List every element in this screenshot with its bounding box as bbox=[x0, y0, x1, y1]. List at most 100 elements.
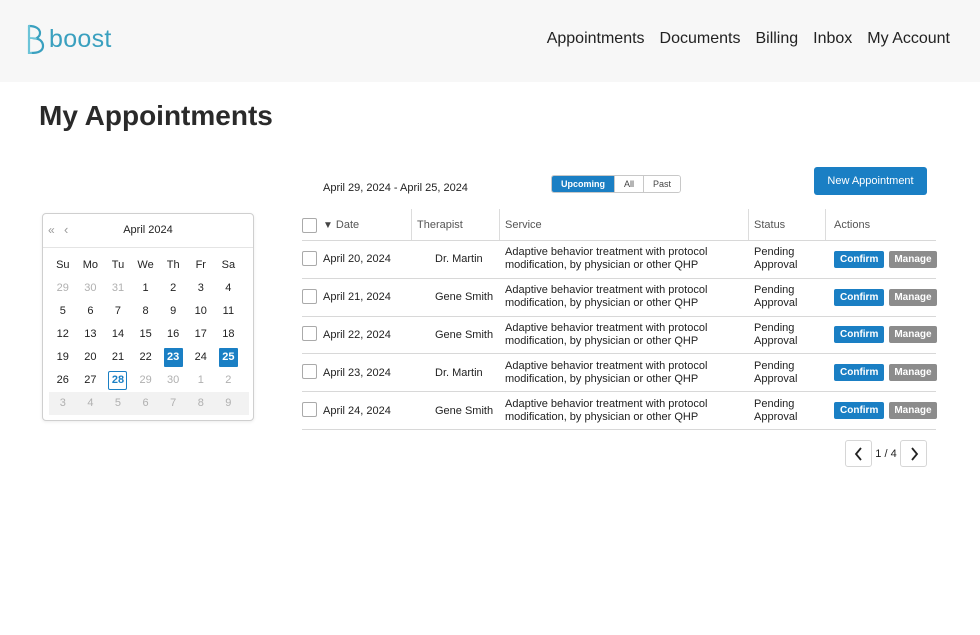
service-line: modification, by physician or other QHP bbox=[505, 259, 699, 272]
calendar-day[interactable]: 2 bbox=[215, 371, 243, 390]
nav-appointments[interactable]: Appointments bbox=[547, 30, 645, 48]
calendar-day[interactable]: 12 bbox=[49, 325, 77, 344]
calendar-day[interactable]: 1 bbox=[187, 371, 215, 390]
select-all-checkbox[interactable] bbox=[302, 218, 317, 233]
manage-button[interactable]: Manage bbox=[889, 326, 937, 344]
calendar-day[interactable]: 9 bbox=[159, 302, 187, 321]
calendar-day[interactable]: 30 bbox=[77, 279, 105, 298]
confirm-button[interactable]: Confirm bbox=[834, 402, 885, 420]
manage-button[interactable]: Manage bbox=[889, 364, 937, 382]
calendar-day[interactable]: 4 bbox=[215, 279, 243, 298]
calendar-day[interactable]: 6 bbox=[132, 394, 160, 413]
cell-actions: Confirm Manage bbox=[825, 364, 937, 382]
row-checkbox[interactable] bbox=[302, 326, 317, 342]
calendar-day[interactable]: 8 bbox=[132, 302, 160, 321]
calendar-header: « ‹ April 2024 bbox=[43, 214, 253, 248]
calendar-day[interactable]: 14 bbox=[104, 325, 132, 344]
next-page-button[interactable] bbox=[900, 440, 927, 467]
header-status: Status bbox=[748, 209, 825, 240]
calendar-week-row: 29 30 31 1 2 3 4 bbox=[49, 277, 249, 300]
calendar-day[interactable]: 29 bbox=[49, 279, 77, 298]
appointments-table: ▼ Date Therapist Service Status Actions A… bbox=[302, 209, 937, 430]
calendar-day-today[interactable]: 28 bbox=[108, 371, 128, 390]
calendar-day-selected[interactable]: 23 bbox=[163, 348, 183, 367]
row-checkbox[interactable] bbox=[302, 402, 317, 418]
cell-service: Adaptive behavior treatment with protoco… bbox=[499, 398, 748, 424]
service-line: modification, by physician or other QHP bbox=[505, 334, 699, 347]
calendar-day[interactable]: 16 bbox=[159, 325, 187, 344]
calendar-day[interactable]: 13 bbox=[77, 325, 105, 344]
calendar-day[interactable]: 22 bbox=[132, 348, 160, 367]
cell-status: Pending Approval bbox=[748, 284, 825, 310]
nav-my-account[interactable]: My Account bbox=[867, 30, 950, 48]
calendar-day[interactable]: 30 bbox=[159, 371, 187, 390]
service-line: Adaptive behavior treatment with protoco… bbox=[505, 246, 708, 259]
calendar-day[interactable]: 29 bbox=[132, 371, 160, 390]
calendar-day-selected[interactable]: 25 bbox=[218, 348, 238, 367]
calendar-day[interactable]: 7 bbox=[104, 302, 132, 321]
confirm-button[interactable]: Confirm bbox=[834, 364, 885, 382]
confirm-button[interactable]: Confirm bbox=[834, 326, 885, 344]
calendar-day[interactable]: 31 bbox=[104, 279, 132, 298]
calendar-day[interactable]: 5 bbox=[104, 394, 132, 413]
weekday-label: Fr bbox=[195, 259, 206, 271]
chevron-right-icon bbox=[910, 446, 918, 461]
weekday-label: Th bbox=[166, 259, 180, 271]
previous-page-button[interactable] bbox=[845, 440, 872, 467]
confirm-button[interactable]: Confirm bbox=[834, 288, 885, 306]
calendar-day[interactable]: 15 bbox=[132, 325, 160, 344]
boost-logo[interactable]: boost bbox=[26, 24, 112, 54]
calendar-day[interactable]: 6 bbox=[77, 302, 105, 321]
cell-therapist: Gene Smith bbox=[435, 291, 494, 304]
tab-upcoming[interactable]: Upcoming bbox=[552, 176, 614, 192]
nav-billing[interactable]: Billing bbox=[755, 30, 798, 48]
cell-therapist: Gene Smith bbox=[435, 328, 494, 341]
manage-button[interactable]: Manage bbox=[889, 402, 937, 420]
table-header-row: ▼ Date Therapist Service Status Actions bbox=[302, 209, 936, 241]
calendar-day[interactable]: 19 bbox=[49, 348, 77, 367]
cell-date: April 20, 2024 bbox=[323, 253, 391, 266]
calendar-day[interactable]: 9 bbox=[215, 394, 243, 413]
header-date-label: Date bbox=[335, 219, 360, 231]
row-checkbox[interactable] bbox=[302, 288, 317, 304]
header-date[interactable]: ▼ Date bbox=[321, 209, 411, 240]
calendar-day[interactable]: 20 bbox=[77, 348, 105, 367]
calendar-day[interactable]: 21 bbox=[104, 348, 132, 367]
row-checkbox[interactable] bbox=[302, 364, 317, 380]
calendar-day[interactable]: 8 bbox=[187, 394, 215, 413]
manage-button[interactable]: Manage bbox=[889, 250, 937, 268]
cell-actions: Confirm Manage bbox=[825, 326, 937, 344]
pagination: 1 / 4 bbox=[845, 440, 927, 467]
boost-logo-icon bbox=[27, 24, 45, 54]
calendar-day[interactable]: 24 bbox=[187, 348, 215, 367]
calendar-day[interactable]: 2 bbox=[159, 279, 187, 298]
calendar-day[interactable]: 3 bbox=[187, 279, 215, 298]
calendar-day[interactable]: 26 bbox=[49, 371, 77, 390]
tab-past[interactable]: Past bbox=[643, 176, 681, 192]
manage-button[interactable]: Manage bbox=[889, 288, 937, 306]
nav-documents[interactable]: Documents bbox=[660, 30, 741, 48]
service-line: modification, by physician or other QHP bbox=[505, 410, 699, 423]
calendar-day[interactable]: 7 bbox=[159, 394, 187, 413]
calendar-day[interactable]: 17 bbox=[187, 325, 215, 344]
service-line: Adaptive behavior treatment with protoco… bbox=[505, 284, 708, 297]
calendar-day[interactable]: 3 bbox=[49, 394, 77, 413]
row-checkbox[interactable] bbox=[302, 250, 317, 266]
table-row: April 24, 2024 Gene Smith Adaptive behavio… bbox=[302, 392, 937, 430]
calendar-day[interactable]: 18 bbox=[215, 325, 243, 344]
calendar-day[interactable]: 5 bbox=[49, 302, 77, 321]
calendar-day[interactable]: 11 bbox=[215, 302, 243, 321]
calendar-day[interactable]: 10 bbox=[187, 302, 215, 321]
status-line: Pending bbox=[754, 246, 795, 259]
main-nav: Appointments Documents Billing Inbox My … bbox=[547, 30, 950, 48]
confirm-button[interactable]: Confirm bbox=[834, 250, 885, 268]
calendar-day[interactable]: 27 bbox=[77, 371, 105, 390]
calendar-day[interactable]: 4 bbox=[77, 394, 105, 413]
new-appointment-button[interactable]: New Appointment bbox=[814, 167, 927, 195]
nav-inbox[interactable]: Inbox bbox=[813, 30, 852, 48]
cell-therapist: Gene Smith bbox=[435, 404, 494, 417]
calendar-month-label: April 2024 bbox=[123, 224, 173, 236]
tab-all[interactable]: All bbox=[614, 176, 644, 192]
cell-status: Pending Approval bbox=[748, 322, 825, 348]
calendar-day[interactable]: 1 bbox=[132, 279, 160, 298]
